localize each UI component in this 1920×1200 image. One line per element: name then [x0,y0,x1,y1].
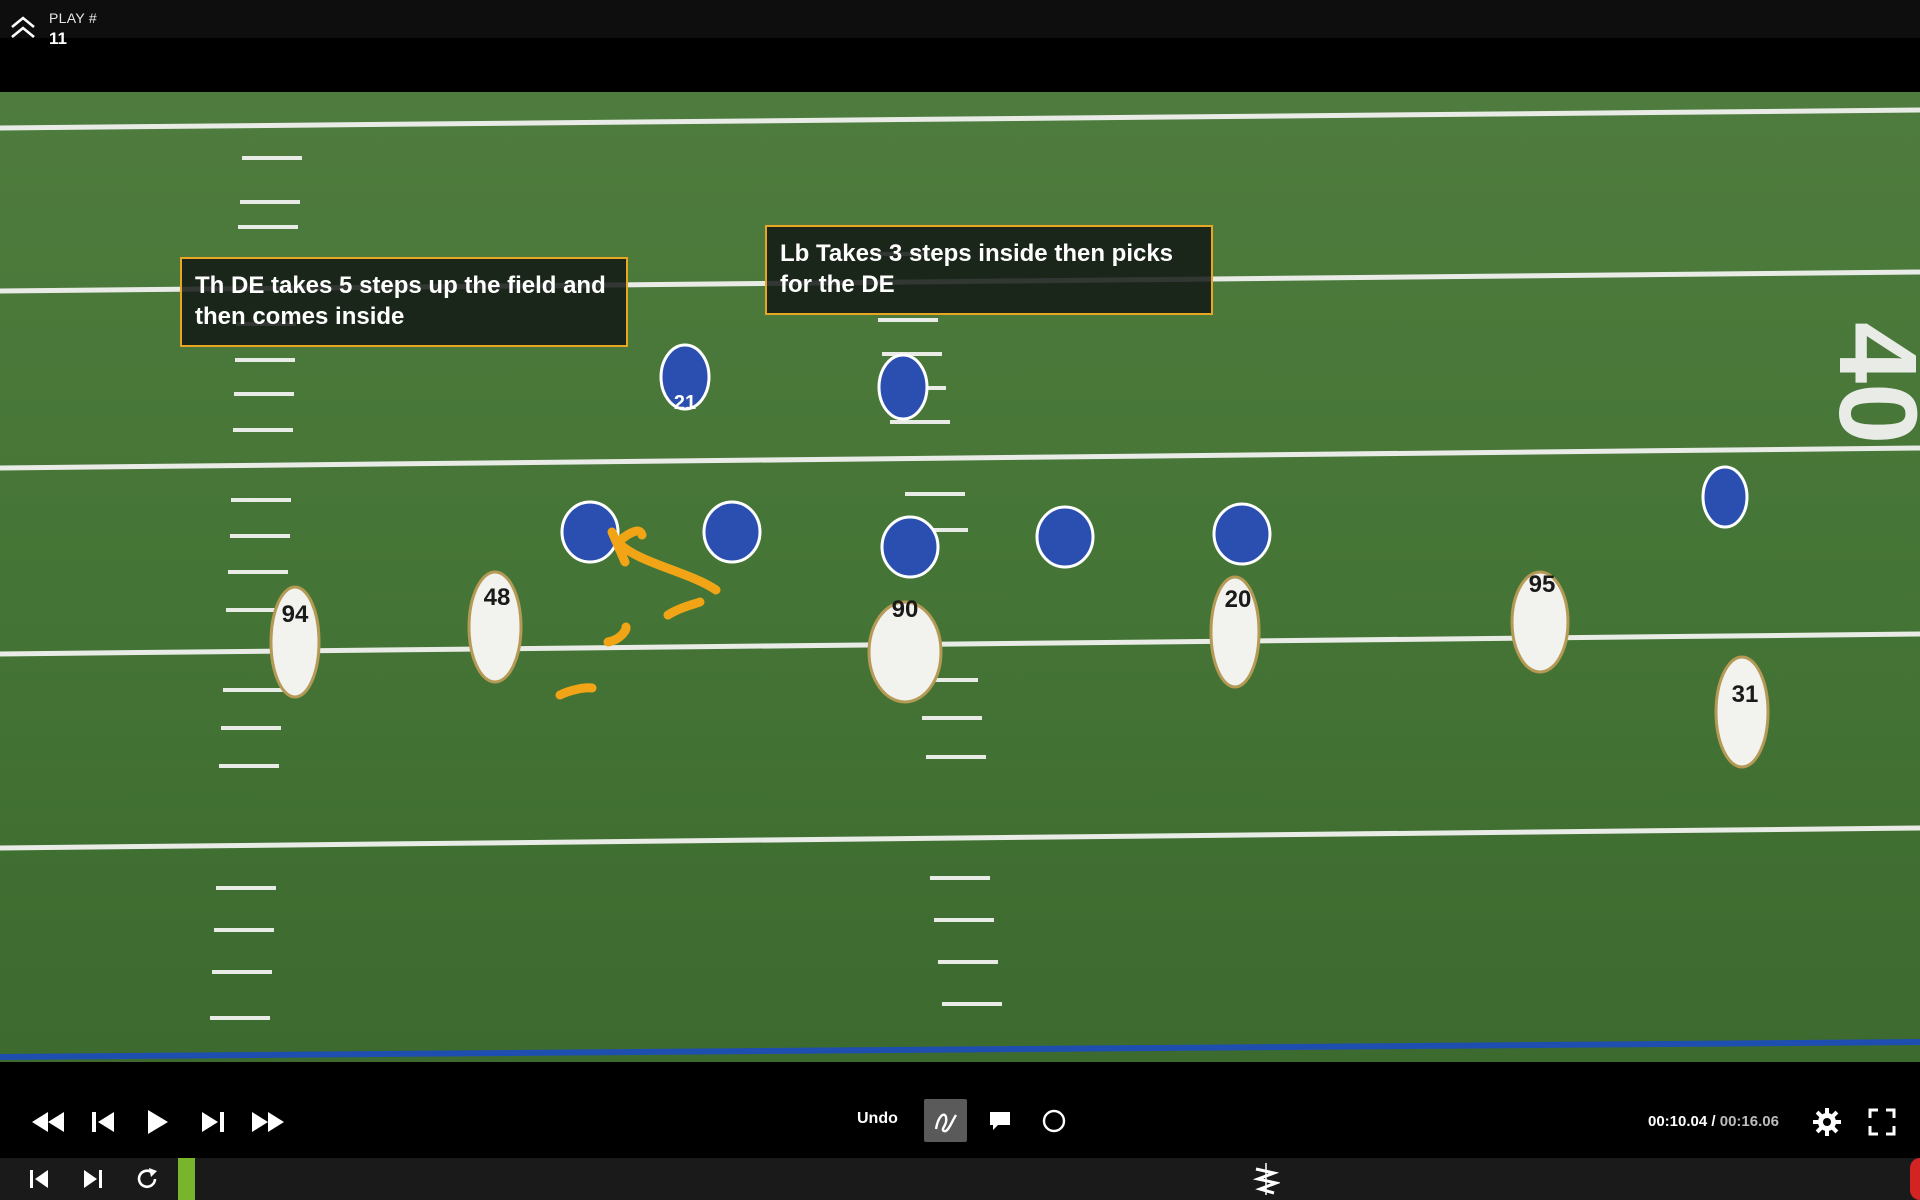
total-time: 00:16.06 [1719,1113,1779,1130]
annotation-note-de[interactable]: Th DE takes 5 steps up the field and the… [180,257,628,347]
freehand-draw-icon[interactable] [924,1099,967,1142]
play-icon[interactable] [146,1108,170,1136]
yard-number: 40 [1816,322,1920,444]
circle-icon[interactable] [1042,1109,1066,1133]
svg-text:95: 95 [1529,571,1556,598]
undo-button[interactable]: Undo [857,1110,898,1128]
fullscreen-icon[interactable] [1868,1108,1896,1136]
time-display: 00:10.04 / 00:16.06 [1648,1113,1779,1130]
svg-text:90: 90 [892,596,919,623]
chevron-double-up-icon[interactable] [8,14,38,44]
comment-icon[interactable] [988,1109,1012,1133]
play-label: PLAY # [49,10,97,26]
current-time: 00:10.04 [1648,1113,1708,1130]
svg-text:21: 21 [674,392,696,414]
svg-text:20: 20 [1225,586,1252,613]
svg-text:94: 94 [282,601,309,628]
step-back-icon[interactable] [90,1110,116,1134]
video-frame[interactable]: 40 94 48 90 20 95 31 21 Th DE takes 5 st… [0,92,1920,1062]
svg-text:31: 31 [1732,681,1759,708]
svg-text:48: 48 [484,584,511,611]
play-number: 11 [49,29,67,48]
end-marker [1910,1158,1920,1200]
gear-icon[interactable] [1812,1107,1842,1137]
timeline-bar[interactable] [0,1158,1920,1200]
skip-start-icon[interactable] [28,1168,50,1190]
rewind-icon[interactable] [30,1110,66,1134]
annotation-note-lb[interactable]: Lb Takes 3 steps inside then picks for t… [765,225,1213,315]
top-bar: PLAY # 11 [0,0,1920,48]
skip-end-icon[interactable] [82,1168,104,1190]
progress-fill [178,1158,195,1200]
step-forward-icon[interactable] [200,1110,226,1134]
replay-icon[interactable] [134,1166,160,1192]
fast-forward-icon[interactable] [250,1110,286,1134]
time-separator: / [1707,1113,1720,1130]
zigzag-marker-icon[interactable] [1252,1163,1280,1195]
